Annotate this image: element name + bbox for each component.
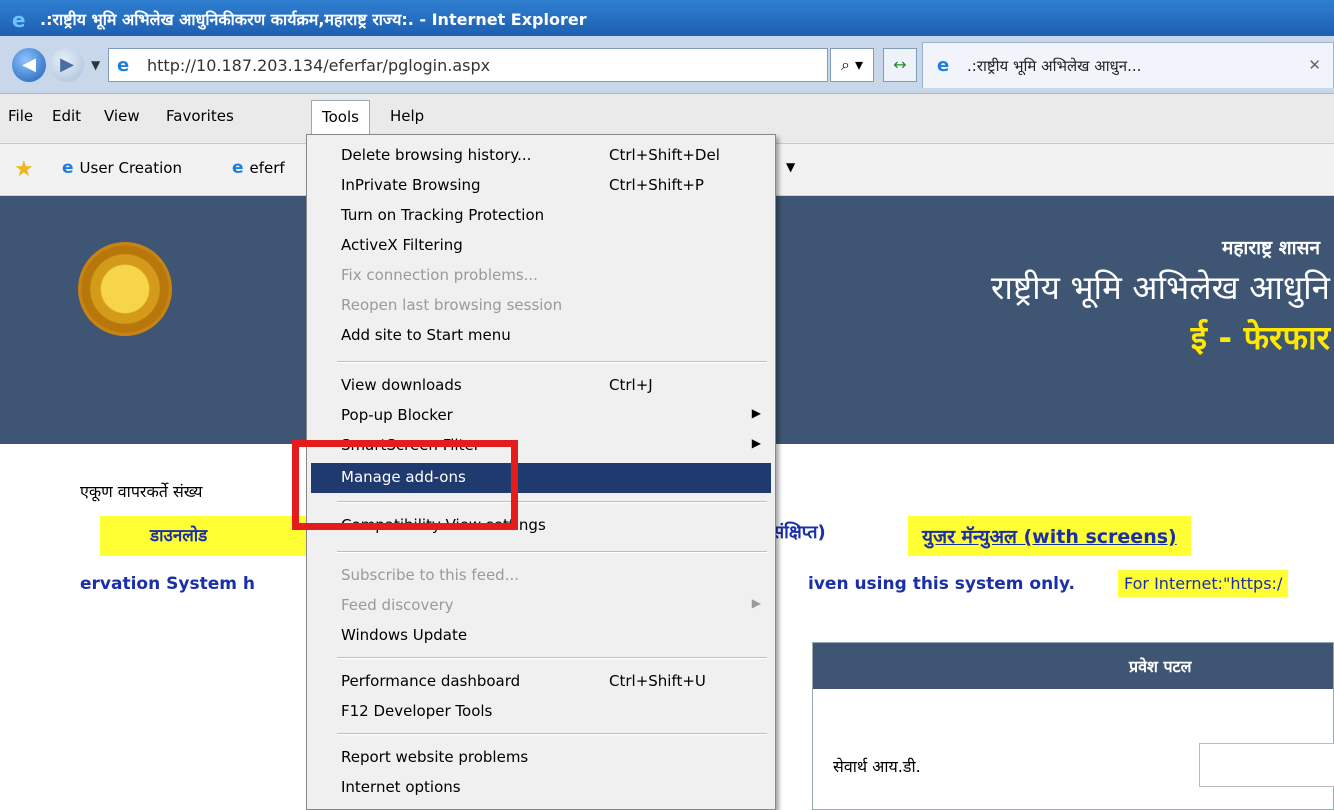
menu-item-shortcut: Ctrl+Shift+U — [609, 672, 706, 690]
favorite-label: User Creation — [79, 159, 182, 177]
login-panel: प्रवेश पटल सेवार्थ आय.डी. — [812, 642, 1334, 810]
government-name: महाराष्ट्र शासन — [1221, 237, 1320, 259]
menu-item-label: Add site to Start menu — [341, 326, 511, 344]
menu-item-label: InPrivate Browsing — [341, 176, 481, 194]
favorite-label: eferf — [249, 159, 285, 177]
sevarth-id-label: सेवार्थ आय.डी. — [833, 757, 921, 776]
menu-edit[interactable]: Edit — [52, 107, 81, 125]
ie-logo-icon: e — [12, 8, 26, 32]
menu-item-delete-history[interactable]: Delete browsing history... Ctrl+Shift+Del — [311, 141, 771, 171]
menu-item-shortcut: Ctrl+Shift+Del — [609, 146, 720, 164]
menu-item-f12-tools[interactable]: F12 Developer Tools — [311, 697, 771, 727]
menu-item-label: Pop-up Blocker — [341, 406, 453, 424]
tab-page-icon: e — [937, 55, 950, 76]
browser-tab[interactable]: e .:राष्ट्रीय भूमि अभिलेख आधुन... ✕ — [922, 42, 1334, 88]
history-dropdown-icon[interactable]: ▼ — [91, 58, 100, 72]
menu-item-label: Fix connection problems... — [341, 266, 538, 284]
submenu-arrow-icon: ▶ — [751, 596, 761, 610]
sevarth-id-input[interactable] — [1199, 743, 1334, 787]
menu-item-report-problems[interactable]: Report website problems — [311, 743, 771, 773]
menu-item-label: Feed discovery — [341, 596, 454, 614]
menu-item-performance-dashboard[interactable]: Performance dashboard Ctrl+Shift+U — [311, 667, 771, 697]
menu-item-add-to-start[interactable]: Add site to Start menu — [311, 321, 771, 351]
menu-item-label: Reopen last browsing session — [341, 296, 563, 314]
menu-separator — [337, 551, 767, 553]
favorite-user-creation[interactable]: e User Creation — [62, 158, 182, 178]
menu-item-popup-blocker[interactable]: Pop-up Blocker ▶ — [311, 401, 771, 431]
menu-item-label: Internet options — [341, 778, 461, 796]
forward-button[interactable]: ▶ — [50, 48, 84, 82]
menu-item-label: Subscribe to this feed... — [341, 566, 519, 584]
back-button[interactable]: ◀ — [12, 48, 46, 82]
favorites-more-icon[interactable]: ▼ — [786, 160, 795, 174]
favorites-star-icon[interactable]: ★ — [14, 157, 34, 182]
menu-item-label: View downloads — [341, 376, 462, 394]
menu-tools[interactable]: Tools — [311, 100, 370, 138]
navigation-bar: ◀ ▶ ▼ e http://10.187.203.134/eferfar/pg… — [0, 36, 1334, 94]
marquee-text-left: ervation System h — [80, 574, 255, 594]
menu-item-feed-discovery: Feed discovery ▶ — [311, 591, 771, 621]
search-dropdown-button[interactable]: ⌕ ▾ — [830, 48, 874, 82]
tab-label: .:राष्ट्रीय भूमि अभिलेख आधुन... — [967, 57, 1142, 75]
menu-file[interactable]: File — [8, 107, 33, 125]
annotation-highlight-box — [292, 440, 518, 530]
menu-item-tracking-protection[interactable]: Turn on Tracking Protection — [311, 201, 771, 231]
summary-link[interactable]: संक्षिप्त) — [772, 520, 826, 544]
menu-help[interactable]: Help — [390, 107, 424, 125]
page-icon: e — [117, 55, 130, 76]
menu-separator — [337, 361, 767, 363]
menu-item-label: ActiveX Filtering — [341, 236, 463, 254]
favorite-eferfar[interactable]: e eferf — [232, 158, 285, 178]
title-bar: e .:राष्ट्रीय भूमि अभिलेख आधुनिकीकरण कार… — [0, 0, 1334, 36]
menu-item-activex-filtering[interactable]: ActiveX Filtering — [311, 231, 771, 261]
compatibility-view-button[interactable]: ↔ — [883, 48, 917, 82]
submenu-arrow-icon: ▶ — [751, 436, 761, 450]
login-panel-title: प्रवेश पटल — [813, 643, 1333, 689]
menu-item-reopen-session: Reopen last browsing session — [311, 291, 771, 321]
marquee-internet-note: For Internet:"https:/ — [1118, 570, 1289, 597]
menu-item-label: Windows Update — [341, 626, 468, 644]
address-bar[interactable]: e http://10.187.203.134/eferfar/pglogin.… — [108, 48, 828, 82]
menu-item-fix-connection: Fix connection problems... — [311, 261, 771, 291]
menu-item-label: Turn on Tracking Protection — [341, 206, 545, 224]
menu-item-inprivate[interactable]: InPrivate Browsing Ctrl+Shift+P — [311, 171, 771, 201]
favorite-page-icon: e — [232, 158, 244, 178]
program-title: राष्ट्रीय भूमि अभिलेख आधुनि — [990, 268, 1330, 307]
user-count-label: एकूण वापरकर्ते संख्य — [80, 482, 203, 501]
menu-item-internet-options[interactable]: Internet options — [311, 773, 771, 803]
menu-favorites[interactable]: Favorites — [166, 107, 234, 125]
app-title: ई - फेरफार — [1190, 318, 1330, 357]
user-manual-link[interactable]: युजर मॅन्युअल (with screens) — [908, 516, 1191, 556]
window-title: .:राष्ट्रीय भूमि अभिलेख आधुनिकीकरण कार्य… — [40, 10, 587, 29]
menu-item-label: Report website problems — [341, 748, 529, 766]
menu-item-label: Delete browsing history... — [341, 146, 532, 164]
address-url[interactable]: http://10.187.203.134/eferfar/pglogin.as… — [147, 56, 490, 75]
submenu-arrow-icon: ▶ — [751, 406, 761, 420]
favorite-page-icon: e — [62, 158, 74, 178]
close-tab-icon[interactable]: ✕ — [1308, 56, 1321, 74]
menu-item-shortcut: Ctrl+J — [609, 376, 653, 394]
menu-item-subscribe-feed: Subscribe to this feed... — [311, 561, 771, 591]
state-emblem-icon — [78, 242, 172, 336]
menu-item-windows-update[interactable]: Windows Update — [311, 621, 771, 651]
menu-separator — [337, 733, 767, 735]
menu-item-view-downloads[interactable]: View downloads Ctrl+J — [311, 371, 771, 401]
menu-separator — [337, 657, 767, 659]
marquee-text-right: iven using this system only. — [808, 574, 1075, 594]
menu-item-shortcut: Ctrl+Shift+P — [609, 176, 704, 194]
menu-view[interactable]: View — [104, 107, 140, 125]
menu-item-label: F12 Developer Tools — [341, 702, 493, 720]
menu-item-label: Performance dashboard — [341, 672, 521, 690]
